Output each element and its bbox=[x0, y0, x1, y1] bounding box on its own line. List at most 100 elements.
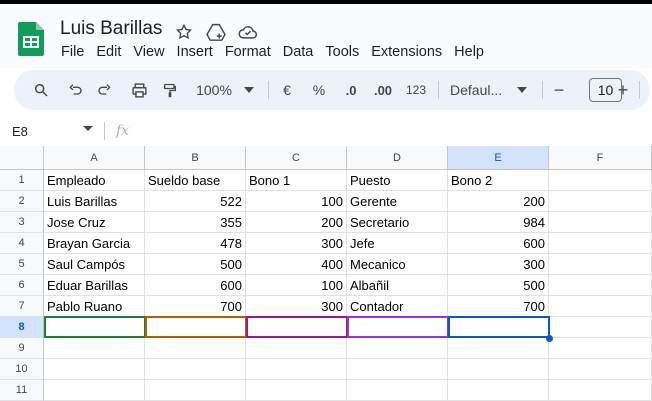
name-box-dropdown-icon[interactable] bbox=[83, 126, 93, 131]
menu-insert[interactable]: Insert bbox=[171, 42, 219, 62]
row-header-8[interactable]: 8 bbox=[0, 317, 44, 338]
cell-c11[interactable] bbox=[246, 380, 347, 401]
cell-c3[interactable]: 200 bbox=[246, 212, 347, 233]
cell-d7[interactable]: Contador bbox=[347, 296, 448, 317]
cell-b6[interactable]: 600 bbox=[145, 275, 246, 296]
fill-handle[interactable] bbox=[546, 335, 553, 342]
cell-b9[interactable] bbox=[145, 338, 246, 359]
cell-f10[interactable] bbox=[549, 359, 652, 380]
cell-b2[interactable]: 522 bbox=[145, 191, 246, 212]
cell-a10[interactable] bbox=[44, 359, 145, 380]
row-header-7[interactable]: 7 bbox=[0, 296, 44, 317]
row-header-5[interactable]: 5 bbox=[0, 254, 44, 275]
cell-f5[interactable] bbox=[549, 254, 652, 275]
menu-view[interactable]: View bbox=[127, 42, 170, 62]
menu-data[interactable]: Data bbox=[277, 42, 320, 62]
decrease-font-size-button[interactable]: − bbox=[550, 70, 568, 110]
cell-f3[interactable] bbox=[549, 212, 652, 233]
cell-a3[interactable]: Jose Cruz bbox=[44, 212, 145, 233]
cell-a6[interactable]: Eduar Barillas bbox=[44, 275, 145, 296]
cell-e10[interactable] bbox=[448, 359, 549, 380]
column-header-e[interactable]: E bbox=[448, 146, 549, 170]
star-icon[interactable] bbox=[173, 21, 195, 43]
cell-b10[interactable] bbox=[145, 359, 246, 380]
cell-d11[interactable] bbox=[347, 380, 448, 401]
cell-e3[interactable]: 984 bbox=[448, 212, 549, 233]
cell-e11[interactable] bbox=[448, 380, 549, 401]
row-header-4[interactable]: 4 bbox=[0, 233, 44, 254]
cell-f8[interactable] bbox=[549, 317, 652, 338]
select-all-corner[interactable] bbox=[0, 146, 44, 170]
column-header-a[interactable]: A bbox=[44, 146, 145, 170]
cell-d4[interactable]: Jefe bbox=[347, 233, 448, 254]
row-header-10[interactable]: 10 bbox=[0, 359, 44, 380]
cell-a9[interactable] bbox=[44, 338, 145, 359]
cell-a7[interactable]: Pablo Ruano bbox=[44, 296, 145, 317]
decrease-decimal-button[interactable]: .0 bbox=[340, 70, 362, 110]
cell-b7[interactable]: 700 bbox=[145, 296, 246, 317]
move-to-drive-icon[interactable] bbox=[205, 21, 227, 43]
cell-f4[interactable] bbox=[549, 233, 652, 254]
currency-button[interactable]: € bbox=[278, 70, 296, 110]
cell-e2[interactable]: 200 bbox=[448, 191, 549, 212]
cell-e4[interactable]: 600 bbox=[448, 233, 549, 254]
cell-b11[interactable] bbox=[145, 380, 246, 401]
cell-a5[interactable]: Saul Campós bbox=[44, 254, 145, 275]
cell-e5[interactable]: 300 bbox=[448, 254, 549, 275]
menu-edit[interactable]: Edit bbox=[90, 42, 127, 62]
cell-b5[interactable]: 500 bbox=[145, 254, 246, 275]
search-icon[interactable] bbox=[30, 70, 52, 110]
row-header-9[interactable]: 9 bbox=[0, 338, 44, 359]
redo-icon[interactable] bbox=[94, 70, 116, 110]
cell-d5[interactable]: Mecanico bbox=[347, 254, 448, 275]
number-format-button[interactable]: 123 bbox=[404, 70, 428, 110]
menu-file[interactable]: File bbox=[55, 42, 90, 62]
cell-c7[interactable]: 300 bbox=[246, 296, 347, 317]
cell-f2[interactable] bbox=[549, 191, 652, 212]
cell-d9[interactable] bbox=[347, 338, 448, 359]
row-header-11[interactable]: 11 bbox=[0, 380, 44, 401]
cell-e9[interactable] bbox=[448, 338, 549, 359]
cell-d3[interactable]: Secretario bbox=[347, 212, 448, 233]
cell-f9[interactable] bbox=[549, 338, 652, 359]
column-header-d[interactable]: D bbox=[347, 146, 448, 170]
document-title[interactable]: Luis Barillas bbox=[60, 18, 162, 40]
cell-b1[interactable]: Sueldo base bbox=[145, 170, 246, 191]
column-header-b[interactable]: B bbox=[145, 146, 246, 170]
undo-icon[interactable] bbox=[64, 70, 86, 110]
cell-a11[interactable] bbox=[44, 380, 145, 401]
increase-font-size-button[interactable]: + bbox=[615, 70, 631, 110]
column-header-f[interactable]: F bbox=[549, 146, 652, 170]
menu-format[interactable]: Format bbox=[219, 42, 277, 62]
percent-button[interactable]: % bbox=[310, 70, 328, 110]
cell-a2[interactable]: Luis Barillas bbox=[44, 191, 145, 212]
row-header-3[interactable]: 3 bbox=[0, 212, 44, 233]
cell-b4[interactable]: 478 bbox=[145, 233, 246, 254]
cell-d1[interactable]: Puesto bbox=[347, 170, 448, 191]
menu-help[interactable]: Help bbox=[448, 42, 490, 62]
font-dropdown-icon[interactable] bbox=[516, 70, 528, 110]
cell-a1[interactable]: Empleado bbox=[44, 170, 145, 191]
print-icon[interactable] bbox=[128, 70, 150, 110]
column-header-c[interactable]: C bbox=[246, 146, 347, 170]
font-family-select[interactable]: Defaul... bbox=[450, 70, 510, 110]
cell-e1[interactable]: Bono 2 bbox=[448, 170, 549, 191]
row-header-1[interactable]: 1 bbox=[0, 170, 44, 191]
paint-format-icon[interactable] bbox=[159, 70, 181, 110]
cell-c1[interactable]: Bono 1 bbox=[246, 170, 347, 191]
cell-f6[interactable] bbox=[549, 275, 652, 296]
menu-extensions[interactable]: Extensions bbox=[365, 42, 448, 62]
cell-d6[interactable]: Albañil bbox=[347, 275, 448, 296]
cell-b3[interactable]: 355 bbox=[145, 212, 246, 233]
sheets-logo-icon[interactable] bbox=[18, 22, 44, 56]
cell-c5[interactable]: 400 bbox=[246, 254, 347, 275]
menu-tools[interactable]: Tools bbox=[319, 42, 365, 62]
cell-c4[interactable]: 300 bbox=[246, 233, 347, 254]
cell-c10[interactable] bbox=[246, 359, 347, 380]
cell-e7[interactable]: 700 bbox=[448, 296, 549, 317]
row-header-2[interactable]: 2 bbox=[0, 191, 44, 212]
cloud-saved-icon[interactable] bbox=[237, 21, 259, 43]
cell-c2[interactable]: 100 bbox=[246, 191, 347, 212]
cell-f1[interactable] bbox=[549, 170, 652, 191]
name-box[interactable]: E8 bbox=[12, 124, 28, 139]
